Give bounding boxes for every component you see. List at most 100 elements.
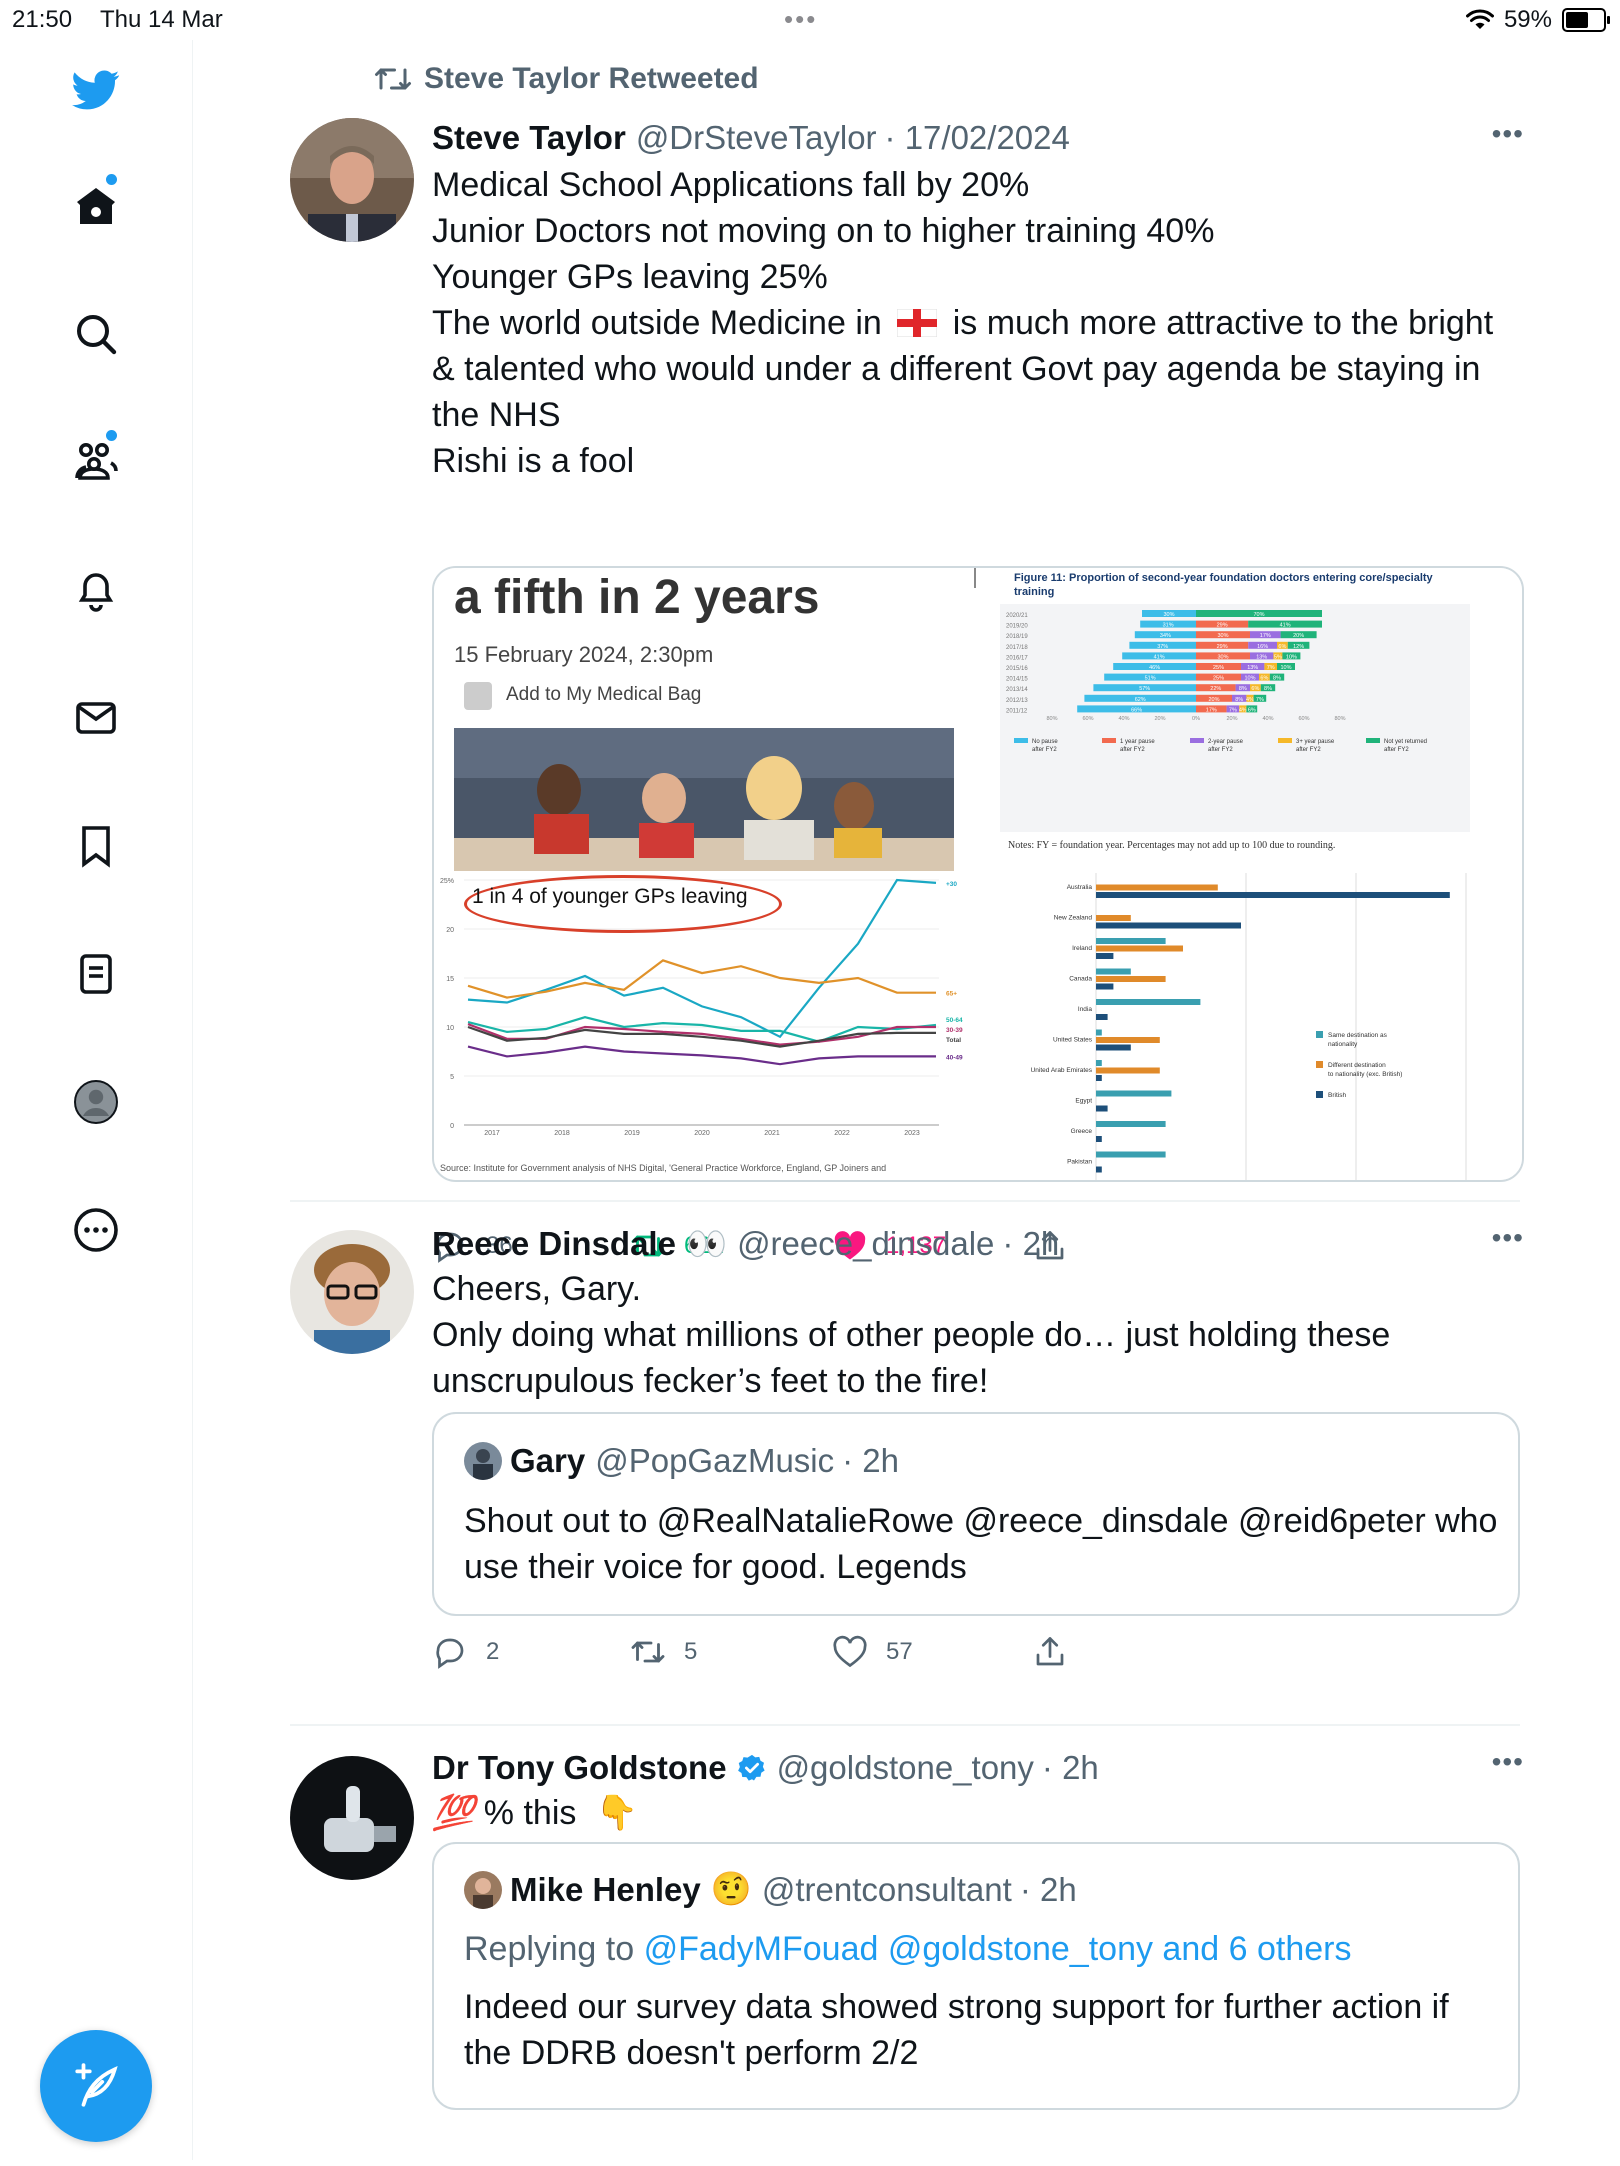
quoted-author-name[interactable]: Gary — [510, 1442, 585, 1480]
retweet-indicator-icon — [375, 68, 411, 90]
battery-percent: 59% — [1503, 6, 1552, 33]
tweet-text: Cheers, Gary. Only doing what millions o… — [432, 1266, 1520, 1404]
tweet-time[interactable]: · 17/02/2024 — [885, 119, 1070, 157]
dest-country-label: New Zealand — [1054, 915, 1093, 922]
more-icon[interactable] — [70, 1204, 122, 1256]
fig-bar-label: 30% — [1163, 612, 1174, 618]
fig-axis-tick: 60% — [1298, 716, 1309, 722]
tweet-line: & talented who would under a different G… — [432, 350, 1481, 388]
fig-bar-label: 30% — [1217, 654, 1228, 660]
dest-country-label: Egypt — [1075, 1098, 1092, 1105]
gp-series-label: 30-39 — [946, 1027, 963, 1034]
retweet-count: 5 — [684, 1638, 698, 1665]
quoted-tweet-time: · 2h — [842, 1442, 900, 1479]
author-handle[interactable]: @DrSteveTaylor — [636, 119, 877, 157]
retweet-button[interactable]: 5 — [630, 1634, 697, 1670]
tweet-line-part: is much more attractive to the bright — [952, 304, 1494, 342]
sidebar — [0, 40, 193, 2160]
avatar[interactable] — [290, 1756, 414, 1880]
quoted-line: use their voice for good. Legends — [464, 1548, 967, 1586]
communities-icon[interactable] — [70, 436, 122, 488]
avatar[interactable] — [290, 118, 414, 242]
quoted-tweet[interactable]: Gary @PopGazMusic · 2h Shout out to @Rea… — [432, 1412, 1520, 1616]
quoted-author-handle[interactable]: @PopGazMusic — [595, 1442, 834, 1480]
dest-country-label: United Arab Emirates — [1031, 1067, 1093, 1074]
tweet-line-with-flag: The world outside Medicine in is much mo… — [432, 300, 1520, 346]
dest-bar — [1096, 1121, 1166, 1127]
dest-bar — [1096, 915, 1131, 921]
media-article-screenshot[interactable]: a fifth in 2 years 15 February 2024, 2:3… — [434, 568, 976, 871]
like-button[interactable]: 57 — [832, 1634, 913, 1670]
share-button[interactable] — [1032, 1634, 1068, 1670]
tweet-text: Medical School Applications fall by 20% … — [432, 162, 1520, 484]
fig-legend-swatch — [1366, 738, 1380, 743]
author-name[interactable]: Reece Dinsdale — [432, 1225, 676, 1263]
dest-bar — [1096, 1044, 1131, 1051]
quoted-author-avatar — [464, 1442, 502, 1480]
fig-legend-label-2: after FY2 — [1208, 747, 1233, 753]
dest-bar — [1096, 945, 1183, 952]
tweet-more-icon[interactable]: ••• — [1492, 1222, 1524, 1254]
retweeted-by-label: Steve Taylor Retweeted — [424, 62, 759, 95]
media-gp-chart[interactable]: 25% 20 15 10 5 0 2017 2018 2019 2020 2021 2022 2023 +… — [434, 873, 976, 1180]
search-icon[interactable] — [70, 308, 122, 360]
author-name[interactable]: Dr Tony Goldstone — [432, 1749, 727, 1787]
gp-y-tick: 20 — [446, 927, 454, 934]
tweet-steve-taylor[interactable]: Steve Taylor Retweeted Steve Taylor @DrS… — [290, 62, 1524, 1263]
media-foundation-figure[interactable]: Figure 11: Proportion of second-year fou… — [1000, 568, 1522, 871]
gp-y-tick: 0 — [450, 1123, 454, 1130]
fig-year-label: 2017/18 — [1006, 645, 1028, 651]
replying-to-users[interactable]: @FadyMFouad @goldstone_tony and 6 others — [644, 1930, 1352, 1968]
tweet-tony-goldstone[interactable]: Dr Tony Goldstone @goldstone_tony · 2h •… — [290, 1746, 1523, 2166]
tweet-more-icon[interactable]: ••• — [1492, 1746, 1524, 1778]
tweet-time[interactable]: · 2h — [1002, 1225, 1059, 1263]
compose-tweet-button[interactable] — [40, 2030, 152, 2142]
tweet-more-icon[interactable]: ••• — [1492, 118, 1524, 150]
dest-bar — [1096, 922, 1241, 929]
students-photo — [454, 728, 954, 871]
fig-bar-label: 8% — [1239, 686, 1247, 692]
twitter-logo-icon[interactable] — [70, 64, 122, 116]
tweet-reece-dinsdale[interactable]: Reece Dinsdale 👀 @reece_dinsdale · 2h ••… — [290, 1222, 1523, 1722]
avatar[interactable] — [290, 1230, 414, 1354]
lists-icon[interactable] — [70, 948, 122, 1000]
fig-bar-label: 6% — [1278, 644, 1286, 650]
fig-bar-label: 8% — [1235, 697, 1243, 703]
quoted-author-name[interactable]: Mike Henley — [510, 1871, 701, 1909]
tweet-line-part: The world outside Medicine in — [432, 304, 882, 342]
media-destinations-chart[interactable]: Australia New Zealand Ireland Canada India Un… — [1000, 873, 1522, 1180]
replying-to: Replying to @FadyMFouad @goldstone_tony … — [464, 1926, 1351, 1972]
quoted-tweet[interactable]: Mike Henley 🤨 @trentconsultant · 2h Repl… — [432, 1842, 1520, 2110]
verified-badge-icon — [737, 1754, 765, 1781]
fig-bar-label: 37% — [1157, 644, 1168, 650]
messages-icon[interactable] — [70, 692, 122, 744]
fig-bar-label: 22% — [1210, 686, 1221, 692]
fig-year-label: 2015/16 — [1006, 666, 1028, 672]
profile-icon[interactable] — [70, 1076, 122, 1128]
fig-axis-tick: 80% — [1046, 716, 1057, 722]
quoted-author-handle[interactable]: @trentconsultant — [762, 1871, 1012, 1909]
author-handle[interactable]: @goldstone_tony — [777, 1749, 1034, 1787]
home-icon[interactable] — [70, 180, 122, 232]
fig-bar-label: 10% — [1286, 654, 1297, 660]
author-name[interactable]: Steve Taylor — [432, 119, 626, 157]
notifications-icon[interactable] — [70, 564, 122, 616]
reply-button[interactable]: 2 — [432, 1634, 499, 1670]
status-bar: 21:50 Thu 14 Mar ••• 59% — [0, 0, 1620, 40]
reply-icon — [436, 1638, 464, 1669]
gp-chart-source: Source: Institute for Government analysi… — [440, 1163, 887, 1173]
fig-bar-label: 7% — [1267, 665, 1275, 671]
fig-legend-label: No pause — [1032, 739, 1058, 745]
fig-axis-tick: 40% — [1118, 716, 1129, 722]
hundred-points-emoji: 💯 — [432, 1794, 475, 1832]
like-count: 57 — [886, 1638, 913, 1665]
bookmarks-icon[interactable] — [70, 820, 122, 872]
multitasking-dots[interactable]: ••• — [784, 4, 817, 35]
fig-bar-label: 8% — [1273, 676, 1281, 682]
author-handle[interactable]: @reece_dinsdale — [737, 1225, 994, 1263]
media-grid[interactable]: a fifth in 2 years 15 February 2024, 2:3… — [432, 566, 1524, 1182]
tweet-time[interactable]: · 2h — [1042, 1749, 1099, 1787]
fig-year-label: 2019/20 — [1006, 624, 1028, 630]
fig-legend-label-2: after FY2 — [1120, 747, 1145, 753]
author-emoji: 👀 — [685, 1224, 728, 1262]
